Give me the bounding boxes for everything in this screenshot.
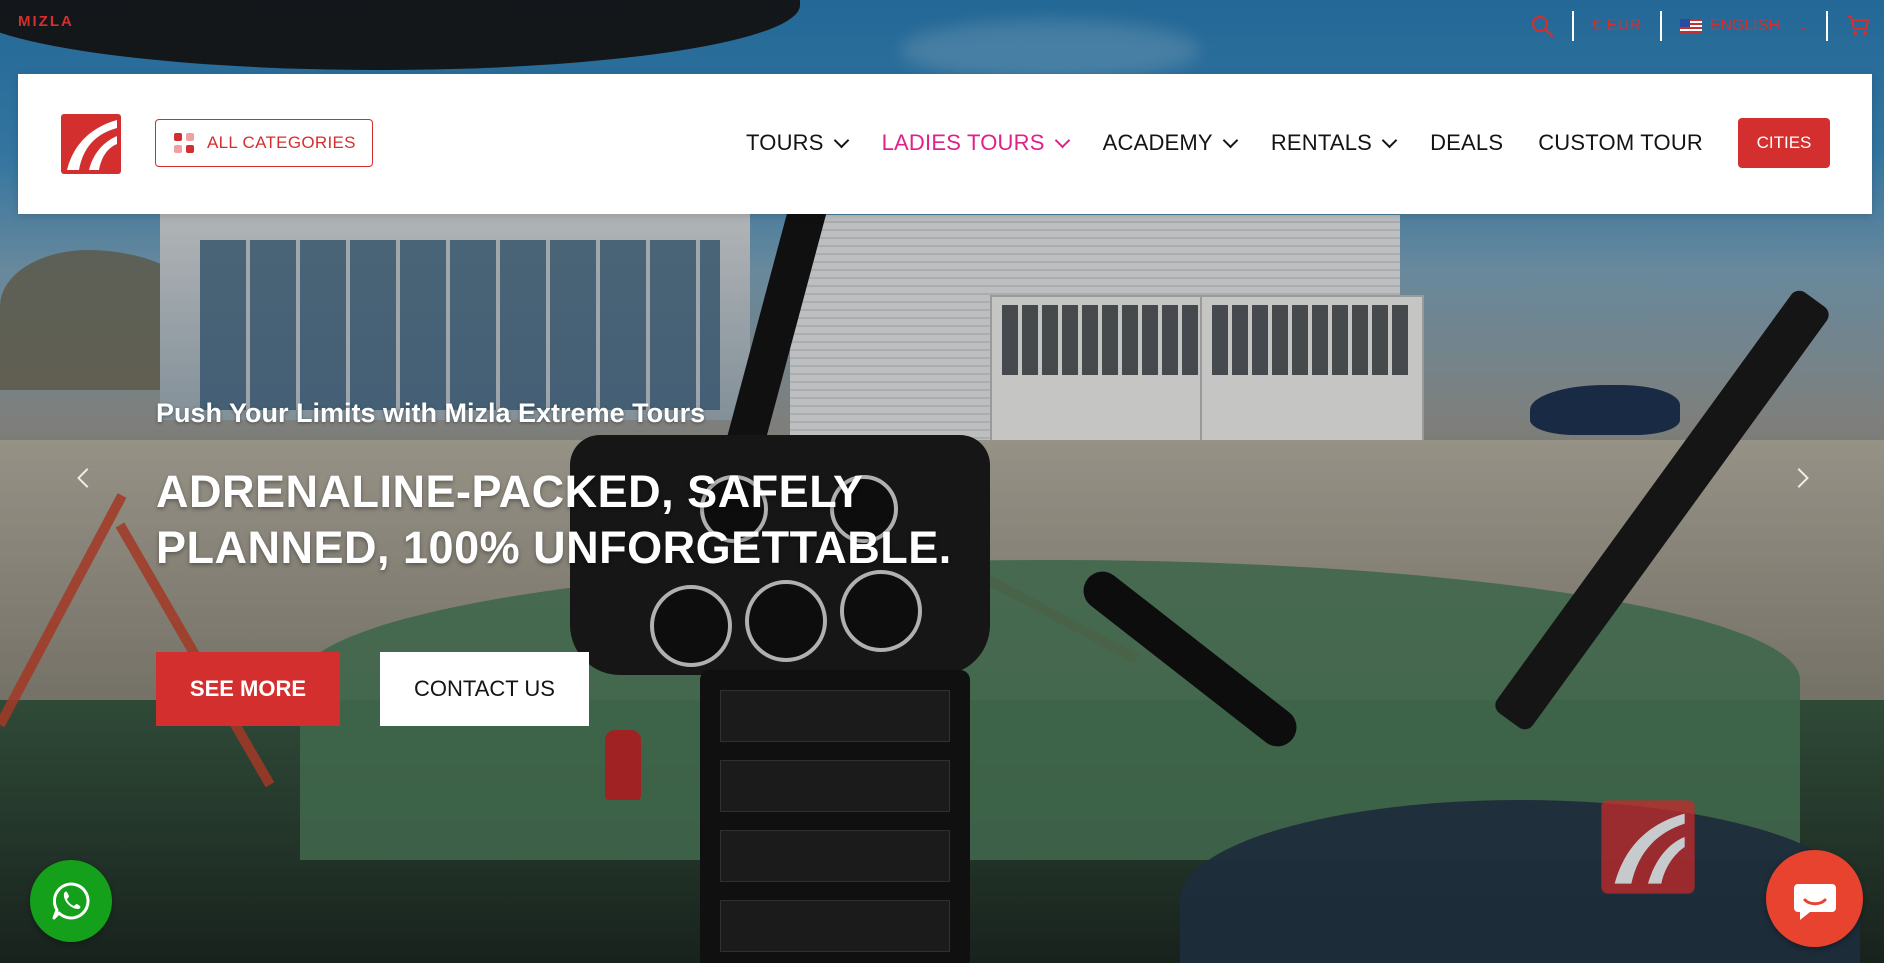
menu-item-academy[interactable]: ACADEMY xyxy=(1102,130,1239,156)
carousel-next-icon[interactable] xyxy=(1790,466,1814,490)
menu-item-label: ACADEMY xyxy=(1102,130,1213,155)
search-icon[interactable] xyxy=(1530,14,1554,38)
divider xyxy=(1659,11,1662,41)
chat-bubble-icon xyxy=(1793,883,1836,920)
whatsapp-icon xyxy=(52,882,90,920)
language-label: ENGLISH xyxy=(1709,17,1780,34)
menu-item-deals[interactable]: DEALS xyxy=(1430,130,1503,156)
menu-item-label: DEALS xyxy=(1430,130,1504,155)
contact-us-button[interactable]: CONTACT US xyxy=(380,652,589,726)
cart-icon[interactable] xyxy=(1846,15,1870,37)
brand-wordmark[interactable]: MIZLA xyxy=(18,13,74,30)
menu-item-label: LADIES TOURS xyxy=(881,130,1045,155)
us-flag-icon xyxy=(1679,19,1702,33)
chevron-down-icon xyxy=(833,132,849,148)
menu-item-label: RENTALS xyxy=(1270,130,1373,155)
mizla-logo-icon[interactable] xyxy=(61,114,121,174)
chevron-down-icon xyxy=(1222,132,1239,148)
hero-headline: ADRENALINE-PACKED, SAFELY PLANNED, 100% … xyxy=(156,466,952,573)
utility-bar: € EUR ENGLISH ⌄ xyxy=(1530,8,1884,44)
chevron-down-icon: ⌄ xyxy=(1797,19,1808,33)
watermark-logo-icon xyxy=(1601,800,1695,894)
chevron-down-icon xyxy=(1054,132,1070,148)
currency-selector[interactable]: € EUR xyxy=(1592,17,1642,35)
menu-item-ladies-tours[interactable]: LADIES TOURS xyxy=(881,130,1070,156)
all-categories-button[interactable]: ALL CATEGORIES xyxy=(155,119,373,167)
menu-item-rentals[interactable]: RENTALS xyxy=(1270,130,1398,156)
grid-icon xyxy=(174,133,194,153)
cities-button[interactable]: CITIES xyxy=(1738,118,1830,168)
hero-kicker: Push Your Limits with Mizla Extreme Tour… xyxy=(156,398,706,428)
all-categories-label: ALL CATEGORIES xyxy=(207,133,356,152)
menu-item-tours[interactable]: TOURS xyxy=(746,130,849,156)
carousel-prev-icon[interactable] xyxy=(74,466,98,490)
menu-item-label: CUSTOM TOUR xyxy=(1538,130,1703,155)
language-selector[interactable]: ENGLISH ⌄ xyxy=(1679,17,1808,35)
main-navigation: ALL CATEGORIES TOURS LADIES TOURS ACADEM… xyxy=(18,74,1872,214)
menu-item-custom-tour[interactable]: CUSTOM TOUR xyxy=(1538,130,1703,156)
see-more-button[interactable]: SEE MORE xyxy=(156,652,340,726)
menu-item-label: TOURS xyxy=(746,130,824,155)
whatsapp-button[interactable] xyxy=(30,860,112,942)
chat-widget-button[interactable] xyxy=(1766,850,1863,947)
divider xyxy=(1572,11,1575,41)
divider xyxy=(1826,11,1828,41)
chevron-down-icon xyxy=(1381,132,1398,148)
primary-menu: TOURS LADIES TOURS ACADEMY RENTALS DEALS… xyxy=(711,118,1830,168)
